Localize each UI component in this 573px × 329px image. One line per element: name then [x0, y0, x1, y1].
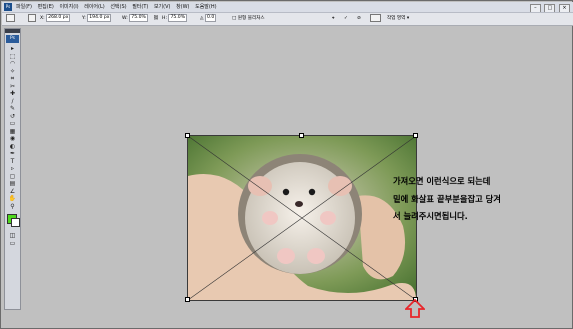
move-tool-icon[interactable]: ▸: [5, 45, 20, 53]
zoom-tool-icon[interactable]: ⚲: [5, 203, 20, 211]
menu-help[interactable]: 도움말(H): [195, 4, 216, 10]
y-position: Y: 194.0 px: [82, 13, 112, 25]
transform-handle-top-left[interactable]: [185, 133, 190, 138]
w-input[interactable]: 75.0%: [129, 13, 148, 22]
pen-tool-icon[interactable]: ✒: [5, 150, 20, 158]
menu-layer[interactable]: 레이어(L): [84, 4, 105, 10]
canvas-image[interactable]: [187, 135, 417, 301]
history-brush-icon[interactable]: ↺: [5, 113, 20, 121]
slice-tool-icon[interactable]: ✂: [5, 83, 20, 91]
transform-handle-top-right[interactable]: [413, 133, 418, 138]
marquee-tool-icon[interactable]: ⬚: [5, 53, 20, 61]
workspace-menu[interactable]: 작업 영역 ▾: [387, 13, 409, 25]
width-scale: W: 75.0%: [122, 13, 148, 25]
blur-icon[interactable]: ◉: [5, 135, 20, 143]
dodge-icon[interactable]: ◐: [5, 143, 20, 151]
brush-tool-icon[interactable]: ∕: [5, 98, 20, 106]
hedgehog-photo: [188, 136, 416, 300]
options-bar: X: 268.0 px Y: 194.0 px W: 75.0% ⛓ H: 75…: [2, 13, 573, 26]
arrow-up-icon: [405, 299, 425, 318]
window-controls: – □ ×: [528, 3, 570, 12]
warp-icon[interactable]: ⌖: [332, 13, 335, 25]
menu-filter[interactable]: 필터(T): [132, 4, 148, 10]
w-label: W:: [122, 16, 128, 21]
eyedropper-icon[interactable]: ∠: [5, 188, 20, 196]
background-color-swatch[interactable]: [11, 218, 20, 227]
instruction-line-1: 가져오면 이런식으로 되는데: [393, 176, 491, 186]
height-scale: H: 75.0%: [162, 13, 188, 25]
instruction-line-2: 밑에 화살표 끝부분을잡고 당겨: [393, 193, 501, 204]
rotate-angle: ◬ 0.0: [200, 13, 217, 25]
menu-bar: Ps 파일(F) 편집(E) 이미지(I) 레이어(L) 선택(S) 필터(T)…: [2, 2, 573, 13]
screen-mode-icon[interactable]: ▭: [5, 240, 20, 248]
menu-list: 파일(F) 편집(E) 이미지(I) 레이어(L) 선택(S) 필터(T) 보기…: [16, 2, 221, 12]
instruction-line-3: 서 늘려주시면됩니다.: [393, 211, 468, 221]
shape-tool-icon[interactable]: ▢: [5, 173, 20, 181]
clone-stamp-icon[interactable]: ✎: [5, 105, 20, 113]
h-label: H:: [162, 16, 168, 21]
rotate-icon: ◬: [200, 16, 204, 21]
transform-handle-top-center[interactable]: [299, 133, 304, 138]
menu-image[interactable]: 이미지(I): [59, 4, 78, 10]
healing-brush-icon[interactable]: ✚: [5, 90, 20, 98]
h-input[interactable]: 75.0%: [168, 13, 188, 22]
cancel-icon[interactable]: ⊘: [357, 13, 361, 25]
hand-tool-icon[interactable]: ✋: [5, 195, 20, 203]
interpolation-checkbox[interactable]: □ 원형 블리처스: [232, 13, 265, 25]
color-swatches: [5, 210, 20, 232]
close-button[interactable]: ×: [559, 4, 570, 12]
toolbox-logo: Ps: [6, 35, 19, 43]
menu-select[interactable]: 선택(S): [110, 4, 126, 10]
menu-file[interactable]: 파일(F): [16, 4, 32, 10]
menu-view[interactable]: 보기(V): [154, 4, 171, 10]
toolbox-grip[interactable]: [5, 29, 20, 33]
angle-input[interactable]: 0.0: [205, 13, 217, 22]
quick-mask-icon[interactable]: ◫: [5, 232, 20, 240]
x-input[interactable]: 268.0 px: [46, 13, 71, 22]
palette-well-icon[interactable]: [370, 13, 381, 25]
lasso-tool-icon[interactable]: ◠: [5, 60, 20, 68]
tool-preset-icon[interactable]: [6, 13, 15, 25]
menu-edit[interactable]: 편집(E): [38, 4, 54, 10]
x-position: X: 268.0 px: [40, 13, 71, 25]
link-icon[interactable]: ⛓: [153, 13, 159, 25]
type-tool-icon[interactable]: T: [5, 158, 20, 166]
path-select-icon[interactable]: ▹: [5, 165, 20, 173]
transform-handle-bottom-left[interactable]: [185, 297, 190, 302]
menu-window[interactable]: 창(W): [176, 4, 189, 10]
notes-icon[interactable]: ▤: [5, 180, 20, 188]
commit-icon[interactable]: ✓: [344, 13, 348, 25]
y-input[interactable]: 194.0 px: [87, 13, 112, 22]
maximize-button[interactable]: □: [544, 4, 556, 12]
instruction-text: 가져오면 이런식으로 되는데 밑에 화살표 끝부분을잡고 당겨 서 늘려주시면됩…: [393, 173, 568, 226]
app-window: Ps 파일(F) 편집(E) 이미지(I) 레이어(L) 선택(S) 필터(T)…: [0, 0, 573, 329]
gradient-icon[interactable]: ▦: [5, 128, 20, 136]
crop-tool-icon[interactable]: ⌗: [5, 75, 20, 83]
magic-wand-icon[interactable]: ✧: [5, 68, 20, 76]
minimize-button[interactable]: –: [529, 4, 541, 12]
toolbox: Ps ▸ ⬚ ◠ ✧ ⌗ ✂ ✚ ∕ ✎ ↺ ▭ ▦ ◉ ◐ ✒ T ▹ ▢ ▤ ∠ ✋ ⚲ ◫ ▭: [4, 28, 21, 310]
x-label: X:: [40, 16, 45, 21]
eraser-icon[interactable]: ▭: [5, 120, 20, 128]
app-logo: Ps: [4, 3, 12, 11]
reference-point-icon[interactable]: [28, 13, 36, 25]
y-label: Y:: [82, 16, 86, 21]
tool-list: ▸ ⬚ ◠ ✧ ⌗ ✂ ✚ ∕ ✎ ↺ ▭ ▦ ◉ ◐ ✒ T ▹ ▢ ▤ ∠ ✋ ⚲: [5, 45, 20, 210]
